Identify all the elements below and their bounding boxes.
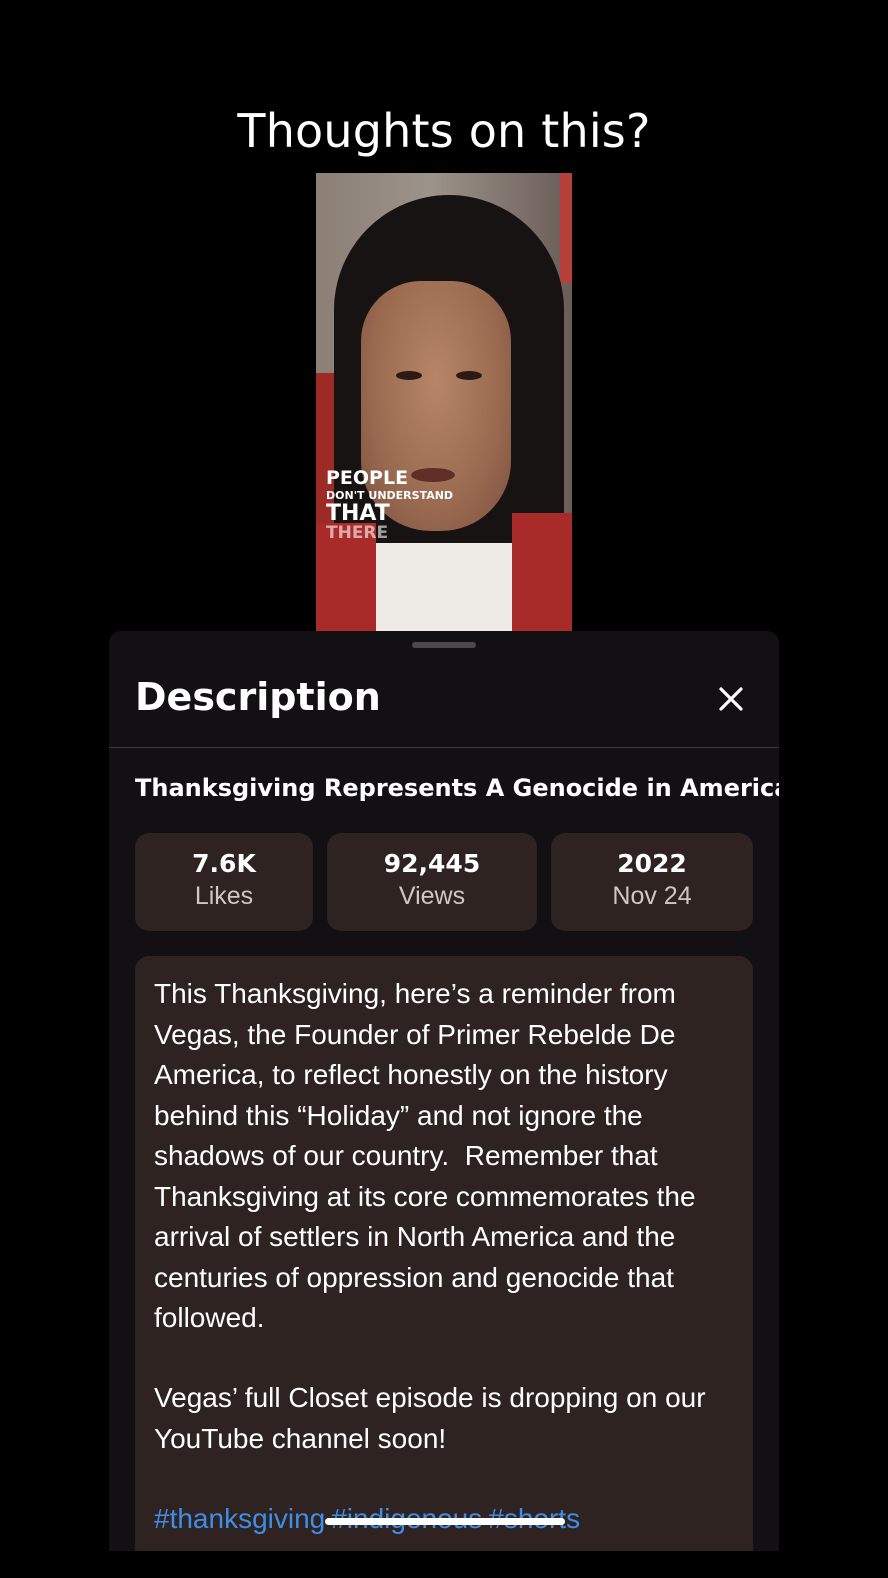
views-count: 92,445 bbox=[383, 849, 481, 878]
description-box: This Thanksgiving, here’s a reminder fro… bbox=[135, 956, 753, 1551]
hashtag-link[interactable]: #thanksgiving bbox=[154, 1503, 325, 1534]
close-icon[interactable] bbox=[711, 679, 751, 719]
likes-stat: 7.6K Likes bbox=[135, 833, 313, 931]
likes-label: Likes bbox=[194, 882, 254, 910]
video-player[interactable]: PEOPLE DON'T UNDERSTAND THAT THERE bbox=[316, 173, 572, 633]
video-caption-overlay: PEOPLE DON'T UNDERSTAND THAT THERE bbox=[326, 469, 453, 542]
video-overlay-line: THERE bbox=[326, 523, 389, 543]
likes-count: 7.6K bbox=[192, 849, 256, 878]
close-icon-glyph bbox=[719, 687, 743, 711]
views-stat: 92,445 Views bbox=[327, 833, 537, 931]
views-label: Views bbox=[398, 882, 466, 910]
video-subject-eye bbox=[456, 371, 482, 380]
drag-handle[interactable] bbox=[412, 642, 476, 648]
video-background-decoration bbox=[560, 173, 572, 283]
screen: Thoughts on this? PEOPLE DON'T UNDERSTAN… bbox=[0, 0, 888, 1578]
date-stat: 2022 Nov 24 bbox=[551, 833, 753, 931]
description-paragraph: This Thanksgiving, here’s a reminder fro… bbox=[154, 978, 704, 1333]
video-subject-eye bbox=[396, 371, 422, 380]
video-overlay-line: THAT bbox=[326, 501, 390, 526]
sheet-header: Description bbox=[109, 631, 779, 748]
publish-year: 2022 bbox=[617, 849, 687, 878]
video-overlay-line: PEOPLE bbox=[326, 467, 409, 489]
video-title: Thanksgiving Represents A Genocide in Am… bbox=[135, 774, 779, 802]
description-sheet: Description Thanksgiving Represents A Ge… bbox=[109, 631, 779, 1551]
video-overlay-line: DON'T UNDERSTAND bbox=[326, 489, 454, 502]
video-subject-jacket bbox=[512, 513, 572, 633]
home-indicator[interactable] bbox=[325, 1518, 565, 1525]
sheet-title: Description bbox=[135, 675, 381, 719]
publish-date: Nov 24 bbox=[612, 882, 692, 910]
description-paragraph: Vegas’ full Closet episode is dropping o… bbox=[154, 1382, 706, 1454]
caption-text: Thoughts on this? bbox=[237, 104, 651, 158]
